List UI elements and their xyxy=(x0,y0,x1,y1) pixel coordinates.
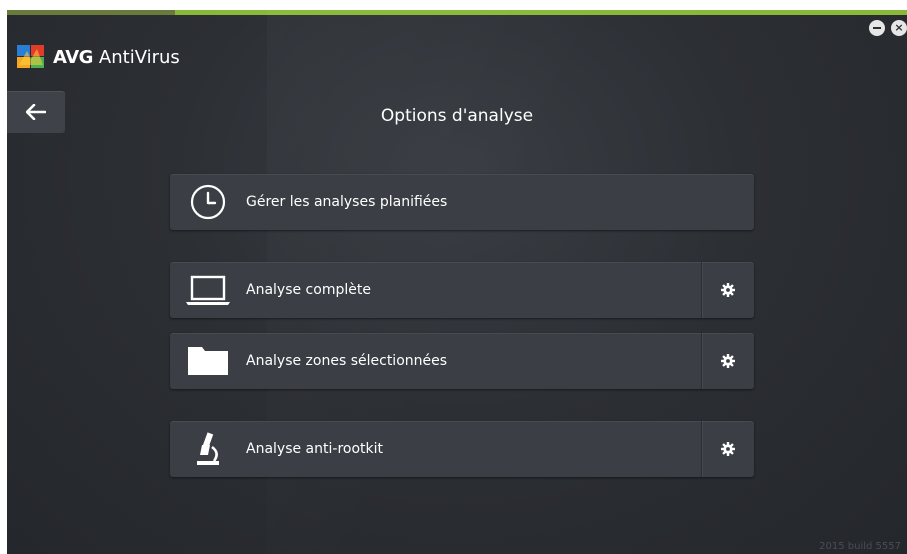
full-scan-settings-button[interactable] xyxy=(701,262,754,318)
close-button[interactable]: × xyxy=(891,20,907,36)
selected-areas-settings-button[interactable] xyxy=(701,333,754,389)
laptop-icon xyxy=(186,275,230,305)
gear-icon xyxy=(721,283,735,297)
manage-scheduled-scans-button[interactable]: Gérer les analyses planifiées xyxy=(170,174,754,230)
page-title: Options d'analyse xyxy=(380,106,534,126)
selected-areas-scan-button[interactable]: Analyse zones sélectionnées xyxy=(170,333,754,389)
build-version: 2015 build 5557 xyxy=(819,541,901,552)
brand-name: AVG xyxy=(53,46,93,68)
full-scan-button[interactable]: Analyse complète xyxy=(170,262,754,318)
folder-icon xyxy=(188,347,228,375)
anti-rootkit-settings-button[interactable] xyxy=(701,421,754,477)
app-logo: AVG AntiVirus xyxy=(17,44,180,70)
action-label: Gérer les analyses planifiées xyxy=(246,194,448,210)
action-label: Analyse anti-rootkit xyxy=(246,441,383,457)
avg-logo-icon xyxy=(17,45,44,68)
minimize-button[interactable] xyxy=(869,20,885,36)
close-icon: × xyxy=(894,21,904,34)
microscope-icon xyxy=(197,432,219,465)
clock-icon xyxy=(190,184,226,220)
action-label: Analyse complète xyxy=(246,282,371,298)
product-name: AntiVirus xyxy=(98,46,180,68)
action-label: Analyse zones sélectionnées xyxy=(246,353,448,369)
anti-rootkit-scan-button[interactable]: Analyse anti-rootkit xyxy=(170,421,754,477)
gear-icon xyxy=(721,354,735,368)
gear-icon xyxy=(721,442,735,456)
app-window: AVG AntiVirus × Options d'analyse Gérer … xyxy=(7,10,907,554)
